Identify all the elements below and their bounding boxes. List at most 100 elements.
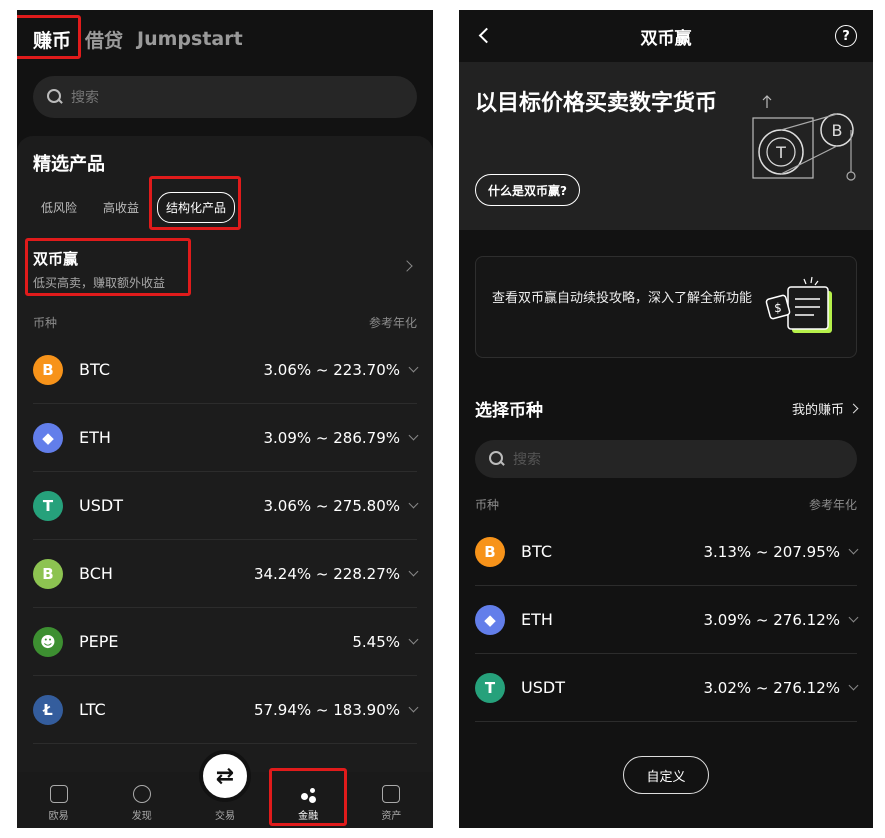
earn-screen: 赚币 借贷 Jumpstart 搜索 精选产品 低风险 高收益 结构化产品 双币… xyxy=(17,10,433,828)
coin-symbol: BTC xyxy=(79,360,110,379)
home-icon xyxy=(49,785,68,803)
tab-earn[interactable]: 赚币 xyxy=(33,26,71,53)
coin-apr: 3.13% ~ 207.95% xyxy=(703,542,841,561)
btc-icon: B xyxy=(475,536,505,567)
coin-symbol: USDT xyxy=(79,496,123,515)
nav-label: 交易 xyxy=(214,811,235,822)
coin-row-pepe[interactable]: ☻ PEPE 5.45% xyxy=(33,608,419,676)
svg-text:$: $ xyxy=(774,301,782,315)
coin-row-eth[interactable]: ◆ ETH 3.09% ~ 276.12% xyxy=(475,586,859,654)
chevron-down-icon[interactable] xyxy=(848,544,859,555)
coin-row-usdt[interactable]: T USDT 3.06% ~ 275.80% xyxy=(33,472,419,540)
column-header-apr: 参考年化 xyxy=(808,498,857,512)
chevron-down-icon[interactable] xyxy=(848,612,859,623)
chevron-right-icon xyxy=(848,403,859,414)
dual-currency-screen: 双币赢 ? 以目标价格买卖数字货币 什么是双币赢? B T 查看双币赢自动续投攻… xyxy=(459,10,873,828)
nav-finance[interactable]: 金融 xyxy=(278,785,338,822)
coin-apr: 57.94% ~ 183.90% xyxy=(253,700,400,719)
nav-discover[interactable]: 发现 xyxy=(112,785,172,822)
coin-row-ltc[interactable]: Ł LTC 57.94% ~ 183.90% xyxy=(33,676,419,744)
my-earn-label: 我的赚币 xyxy=(791,403,844,418)
search-icon xyxy=(47,89,63,105)
coin-apr: 34.24% ~ 228.27% xyxy=(253,564,400,583)
select-coin-header: 选择币种 我的赚币 xyxy=(475,396,859,421)
coin-symbol: ETH xyxy=(79,428,111,447)
btc-icon: B xyxy=(33,354,63,385)
nav-assets[interactable]: 资产 xyxy=(361,785,421,822)
coin-list-header: 币种 参考年化 xyxy=(33,314,417,331)
header: 双币赢 ? xyxy=(459,10,873,62)
coin-row-eth[interactable]: ◆ ETH 3.09% ~ 286.79% xyxy=(33,404,419,472)
usdt-icon: T xyxy=(33,490,63,521)
chip-low-risk[interactable]: 低风险 xyxy=(33,193,85,222)
back-arrow-icon[interactable] xyxy=(478,27,495,44)
svg-text:B: B xyxy=(832,121,843,140)
document-illustration: $ xyxy=(765,276,832,333)
chevron-down-icon[interactable] xyxy=(408,430,419,441)
coin-apr: 3.06% ~ 223.70% xyxy=(263,360,401,379)
chevron-down-icon[interactable] xyxy=(848,680,859,691)
tab-loan[interactable]: 借贷 xyxy=(85,26,123,53)
hero-banner: 以目标价格买卖数字货币 什么是双币赢? B T xyxy=(459,62,873,230)
coin-list-header: 币种 参考年化 xyxy=(475,496,857,513)
chevron-down-icon[interactable] xyxy=(408,702,419,713)
coin-symbol: LTC xyxy=(79,700,106,719)
my-earn-link[interactable]: 我的赚币 xyxy=(791,399,859,418)
featured-products-card: 精选产品 低风险 高收益 结构化产品 双币赢 低买高卖，赚取额外收益 币种 参考… xyxy=(17,136,433,772)
eth-icon: ◆ xyxy=(475,604,505,635)
chevron-down-icon[interactable] xyxy=(408,498,419,509)
coin-symbol: BCH xyxy=(79,564,113,583)
nav-home[interactable]: 欧易 xyxy=(29,785,89,822)
nav-label: 金融 xyxy=(298,811,319,822)
coin-symbol: ETH xyxy=(521,610,553,629)
chip-high-yield[interactable]: 高收益 xyxy=(95,193,147,222)
chip-structured-products[interactable]: 结构化产品 xyxy=(157,192,236,223)
coin-row-bch[interactable]: B BCH 34.24% ~ 228.27% xyxy=(33,540,419,608)
coin-apr: 5.45% xyxy=(352,632,400,651)
coin-row-btc[interactable]: B BTC 3.13% ~ 207.95% xyxy=(475,518,859,586)
coin-apr: 3.06% ~ 275.80% xyxy=(263,496,401,515)
nav-label: 发现 xyxy=(131,811,152,822)
coin-apr: 3.09% ~ 286.79% xyxy=(263,428,401,447)
coin-row-usdt[interactable]: T USDT 3.02% ~ 276.12% xyxy=(475,654,859,722)
coin-apr: 3.02% ~ 276.12% xyxy=(703,678,841,697)
coin-search-input[interactable]: 搜索 xyxy=(475,440,857,478)
nav-label: 欧易 xyxy=(48,811,69,822)
chevron-down-icon[interactable] xyxy=(408,634,419,645)
wallet-icon xyxy=(382,785,401,803)
product-name: 双币赢 xyxy=(33,250,79,268)
nav-label: 资产 xyxy=(381,811,402,822)
tab-jumpstart[interactable]: Jumpstart xyxy=(137,28,243,50)
discover-icon xyxy=(132,785,151,803)
search-input[interactable]: 搜索 xyxy=(33,76,417,118)
finance-icon xyxy=(299,785,317,803)
product-description: 低买高卖，赚取额外收益 xyxy=(33,276,166,290)
trade-swap-button[interactable]: ⇄ xyxy=(199,750,251,802)
customize-button[interactable]: 自定义 xyxy=(623,756,709,794)
coin-symbol: USDT xyxy=(521,678,565,697)
guide-text: 查看双币赢自动续投攻略，深入了解全新功能 xyxy=(492,291,753,306)
coin-list: B BTC 3.13% ~ 207.95% ◆ ETH 3.09% ~ 276.… xyxy=(475,518,859,722)
page-title: 双币赢 xyxy=(640,28,692,49)
what-is-dual-button[interactable]: 什么是双币赢? xyxy=(475,174,580,206)
section-title: 选择币种 xyxy=(475,401,543,421)
coin-exchange-illustration: B T xyxy=(752,95,856,181)
ltc-icon: Ł xyxy=(33,694,63,725)
coin-symbol: BTC xyxy=(521,542,552,561)
chevron-down-icon[interactable] xyxy=(408,566,419,577)
pepe-icon: ☻ xyxy=(33,626,63,657)
column-header-coin: 币种 xyxy=(33,316,58,330)
search-icon xyxy=(489,451,505,467)
coin-list: B BTC 3.06% ~ 223.70% ◆ ETH 3.09% ~ 286.… xyxy=(33,336,419,744)
column-header-coin: 币种 xyxy=(475,498,500,512)
product-dual-currency[interactable]: 双币赢 低买高卖，赚取额外收益 xyxy=(33,248,417,292)
auto-reinvest-guide-banner[interactable]: 查看双币赢自动续投攻略，深入了解全新功能 $ xyxy=(475,256,857,358)
chevron-down-icon[interactable] xyxy=(408,362,419,373)
usdt-icon: T xyxy=(475,672,505,703)
search-placeholder: 搜索 xyxy=(513,452,541,468)
product-filter-chips: 低风险 高收益 结构化产品 xyxy=(33,192,236,223)
coin-row-btc[interactable]: B BTC 3.06% ~ 223.70% xyxy=(33,336,419,404)
column-header-apr: 参考年化 xyxy=(368,316,417,330)
help-icon[interactable]: ? xyxy=(835,25,857,47)
bch-icon: B xyxy=(33,558,63,589)
